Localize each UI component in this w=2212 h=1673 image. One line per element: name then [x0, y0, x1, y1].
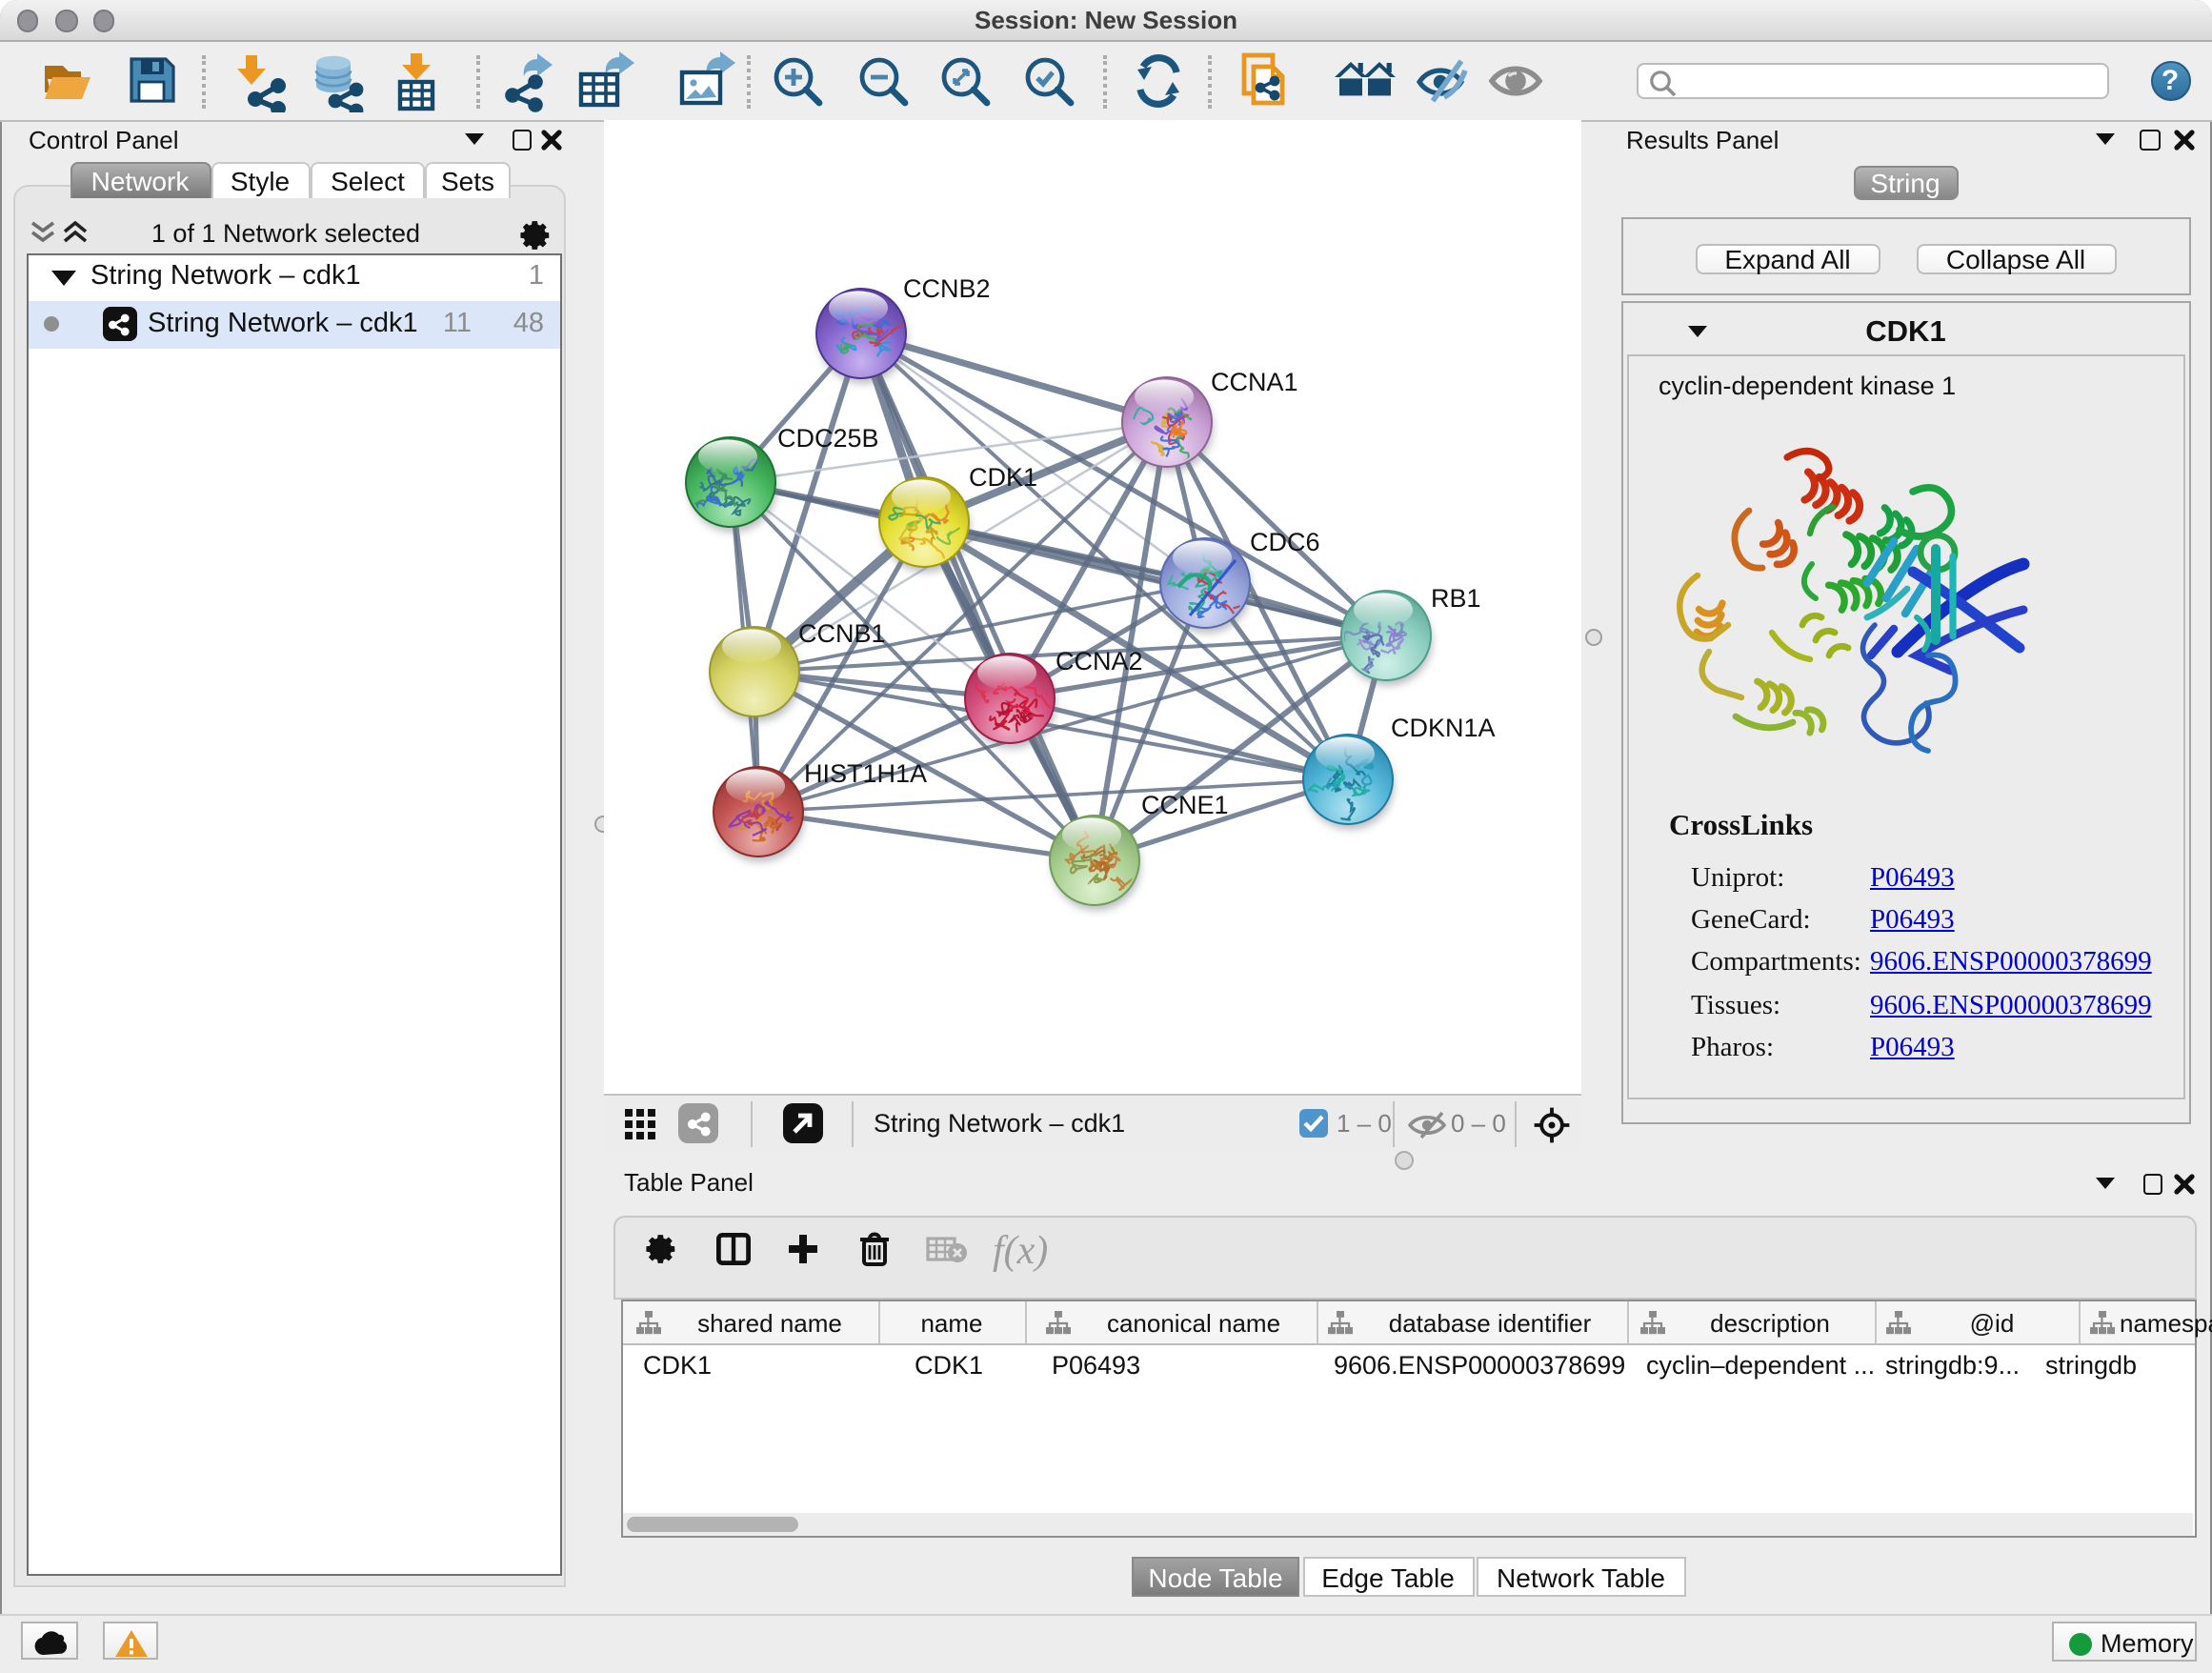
svg-text:RB1: RB1 [1430, 584, 1480, 613]
svg-text:CDKN1A: CDKN1A [1390, 714, 1495, 742]
svg-text:CCNE1: CCNE1 [1140, 791, 1228, 819]
svg-text:CDK1: CDK1 [968, 463, 1036, 492]
svg-text:HIST1H1A: HIST1H1A [803, 759, 926, 788]
svg-text:CCNB1: CCNB1 [797, 619, 885, 648]
svg-text:CCNB2: CCNB2 [902, 274, 990, 303]
svg-text:CDC25B: CDC25B [776, 424, 878, 453]
svg-text:CDC6: CDC6 [1249, 528, 1319, 556]
svg-text:CCNA2: CCNA2 [1055, 647, 1142, 675]
svg-text:CCNA1: CCNA1 [1210, 368, 1297, 396]
